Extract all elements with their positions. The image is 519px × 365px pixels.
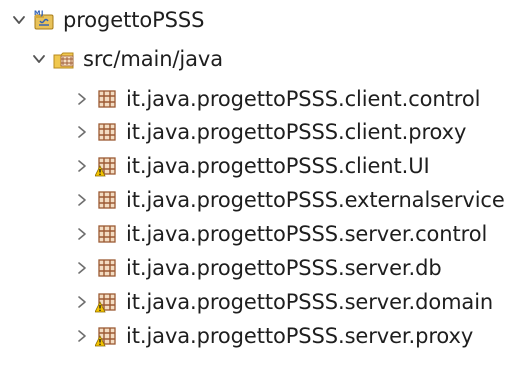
package-name: it.java.progettoPSSS.server.control — [126, 222, 488, 246]
chevron-right-icon[interactable] — [75, 261, 89, 275]
package-warning-icon — [95, 293, 116, 313]
chevron-down-icon[interactable] — [12, 13, 26, 27]
tree-item-package[interactable]: it.java.progettoPSSS.server.domain — [75, 286, 493, 318]
project-name: progettoPSSS — [63, 8, 205, 32]
package-explorer-tree: M J progettoPSSS src/main/java it.java.p… — [0, 0, 519, 365]
package-name: it.java.progettoPSSS.server.proxy — [126, 324, 474, 348]
chevron-right-icon[interactable] — [75, 92, 89, 106]
source-folder-name: src/main/java — [83, 47, 223, 71]
package-name: it.java.progettoPSSS.server.db — [126, 256, 442, 280]
chevron-right-icon[interactable] — [75, 329, 89, 343]
package-name: it.java.progettoPSSS.server.domain — [126, 290, 494, 314]
tree-item-package[interactable]: it.java.progettoPSSS.client.UI — [75, 150, 430, 182]
package-icon — [98, 225, 116, 243]
chevron-right-icon[interactable] — [75, 159, 89, 173]
source-folder-icon — [53, 52, 74, 69]
java-project-icon: M J — [34, 9, 54, 30]
package-warning-icon — [95, 327, 116, 347]
tree-item-package[interactable]: it.java.progettoPSSS.client.proxy — [75, 116, 466, 148]
package-name: it.java.progettoPSSS.client.control — [126, 87, 481, 111]
chevron-right-icon[interactable] — [75, 193, 89, 207]
tree-item-package[interactable]: it.java.progettoPSSS.server.proxy — [75, 320, 473, 352]
package-icon — [98, 123, 116, 141]
package-icon — [98, 191, 116, 209]
chevron-right-icon[interactable] — [75, 125, 89, 139]
chevron-down-icon[interactable] — [32, 52, 46, 66]
package-name: it.java.progettoPSSS.client.proxy — [126, 120, 467, 144]
svg-text:M: M — [34, 9, 40, 17]
tree-item-project[interactable]: M J progettoPSSS — [12, 4, 204, 36]
tree-item-package[interactable]: it.java.progettoPSSS.server.db — [75, 252, 442, 284]
tree-item-package[interactable]: it.java.progettoPSSS.client.control — [75, 83, 480, 115]
chevron-right-icon[interactable] — [75, 295, 89, 309]
tree-item-source-folder[interactable]: src/main/java — [32, 43, 223, 75]
svg-text:J: J — [40, 9, 43, 17]
package-name: it.java.progettoPSSS.client.UI — [126, 154, 430, 178]
package-name: it.java.progettoPSSS.externalservice — [126, 188, 505, 212]
package-icon — [98, 259, 116, 277]
chevron-right-icon[interactable] — [75, 227, 89, 241]
tree-item-package[interactable]: it.java.progettoPSSS.externalservice — [75, 184, 505, 216]
tree-item-package[interactable]: it.java.progettoPSSS.server.control — [75, 218, 487, 250]
package-icon — [98, 90, 116, 108]
package-warning-icon — [95, 157, 116, 177]
